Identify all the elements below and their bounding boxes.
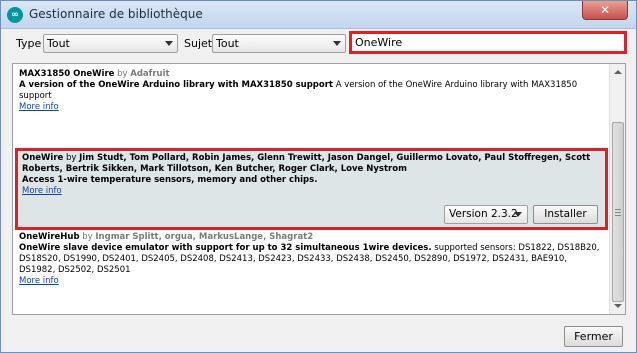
scroll-up-arrow-icon[interactable] bbox=[614, 70, 622, 74]
title-bar: ∞ Gestionnaire de bibliothèque ✕ bbox=[1, 1, 636, 29]
chevron-down-icon bbox=[514, 212, 522, 217]
library-name: OneWire bbox=[22, 153, 64, 163]
library-name: OneWireHub bbox=[19, 232, 80, 242]
library-manager-window: ∞ Gestionnaire de bibliothèque ✕ Type To… bbox=[0, 0, 637, 353]
library-author: Adafruit bbox=[130, 69, 170, 79]
more-info-link[interactable]: More info bbox=[19, 102, 59, 113]
search-input[interactable]: OneWire bbox=[349, 31, 627, 54]
version-select-value: Version 2.3.2 bbox=[449, 208, 518, 220]
library-sentence: OneWire slave device emulator with suppo… bbox=[19, 243, 432, 253]
chevron-down-icon bbox=[165, 41, 173, 46]
type-select[interactable]: Tout bbox=[43, 34, 178, 53]
library-sentence: A version of the OneWire Arduino library… bbox=[19, 80, 333, 90]
close-button[interactable]: Fermer bbox=[564, 326, 623, 347]
library-author: Jim Studt, Tom Pollard, Robin James, Gle… bbox=[22, 153, 591, 174]
library-list[interactable]: MAX31850 OneWire by Adafruit A version o… bbox=[12, 63, 626, 315]
arduino-logo-icon: ∞ bbox=[7, 7, 23, 23]
subject-select-value: Tout bbox=[216, 37, 239, 50]
filter-bar: Type Tout Sujet Tout OneWire bbox=[1, 29, 636, 59]
library-item-selected[interactable]: OneWire by Jim Studt, Tom Pollard, Robin… bbox=[15, 148, 608, 230]
scrollbar-thumb[interactable] bbox=[612, 122, 624, 302]
library-by: by bbox=[66, 153, 77, 163]
type-label: Type bbox=[16, 37, 42, 50]
more-info-link[interactable]: More info bbox=[22, 186, 62, 197]
library-author: Ingmar Splitt, orgua, MarkusLange, Shagr… bbox=[95, 232, 314, 242]
library-by: by bbox=[117, 69, 128, 79]
library-by: by bbox=[82, 232, 93, 242]
more-info-link[interactable]: More info bbox=[19, 276, 59, 287]
scroll-down-arrow-icon[interactable] bbox=[614, 304, 622, 308]
window-title: Gestionnaire de bibliothèque bbox=[29, 7, 203, 21]
subject-label: Sujet bbox=[184, 37, 213, 50]
grip-icon bbox=[615, 209, 621, 216]
library-item[interactable]: MAX31850 OneWire by Adafruit A version o… bbox=[13, 69, 609, 147]
vertical-scrollbar[interactable] bbox=[609, 64, 625, 314]
chevron-down-icon bbox=[333, 41, 341, 46]
install-button[interactable]: Installer bbox=[533, 205, 598, 224]
library-name: MAX31850 OneWire bbox=[19, 69, 115, 79]
library-item[interactable]: OneWireHub by Ingmar Splitt, orgua, Mark… bbox=[13, 232, 609, 312]
subject-select[interactable]: Tout bbox=[212, 34, 346, 53]
version-select[interactable]: Version 2.3.2 bbox=[444, 205, 528, 224]
type-select-value: Tout bbox=[47, 37, 70, 50]
library-sentence: Access 1-wire temperature sensors, memor… bbox=[22, 175, 318, 185]
window-close-button[interactable]: ✕ bbox=[582, 1, 628, 20]
